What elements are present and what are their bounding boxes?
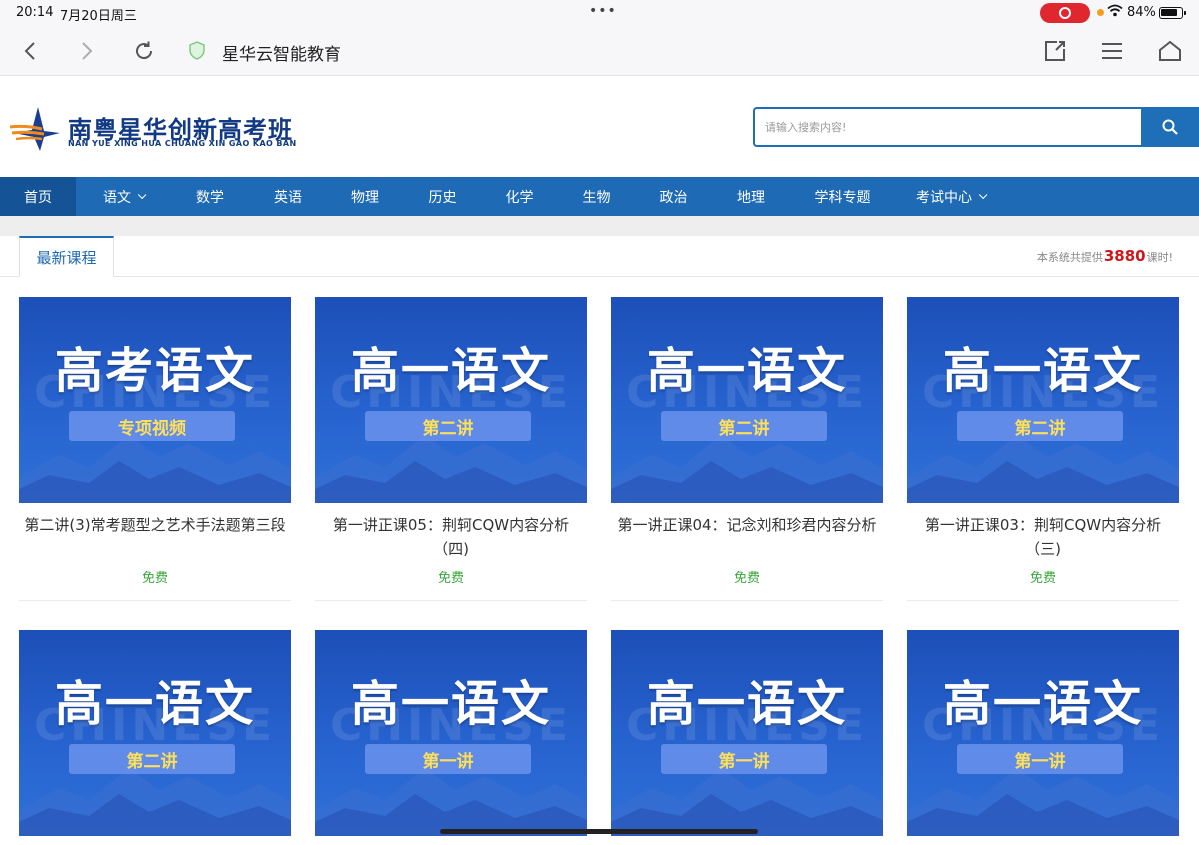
nav-item-english[interactable]: 英语 [250,177,326,216]
course-title[interactable]: 第二讲(3)常考题型之艺术手法题第三段 [19,513,291,561]
thumbnail-badge: 第二讲 [365,411,531,441]
tab-latest-courses[interactable]: 最新课程 [19,236,114,277]
course-thumbnail[interactable]: CHINESE 高一语文 第一讲 [907,630,1179,836]
course-card[interactable]: CHINESE 高一语文 第一讲 [315,630,587,836]
thumbnail-title: 高一语文 [942,676,1143,732]
thumbnail-badge: 第一讲 [365,744,531,774]
course-thumbnail[interactable]: CHINESE 高一语文 第二讲 [907,297,1179,503]
forward-button[interactable] [72,36,102,66]
nav-item-biology[interactable]: 生物 [558,177,635,216]
course-thumbnail[interactable]: CHINESE 高考语文 专项视频 [19,297,291,503]
nav-item-chemistry[interactable]: 化学 [481,177,558,216]
main-nav: 首页 语文 数学 英语 物理 历史 化学 生物 政治 地理 学科专题 考试中心 [0,177,1199,216]
site-header: 南粤星华创新高考班 NAN YUE XING HUA CHUANG XIN GA… [0,77,1199,177]
site-title[interactable]: 星华云智能教育 [222,40,341,65]
thumbnail-badge: 第二讲 [661,411,827,441]
search-box [753,107,1199,147]
card-divider [315,600,587,601]
nav-item-history[interactable]: 历史 [404,177,481,216]
card-divider [19,600,291,601]
multitask-dots-icon[interactable]: ••• [589,3,617,19]
nav-item-math[interactable]: 数学 [170,177,250,216]
course-total: 本系统共提供3880课时! [1036,247,1173,265]
course-price: 免费 [437,571,464,586]
thumbnail-badge: 第二讲 [957,411,1123,441]
course-card[interactable]: CHINESE 高一语文 第二讲 [19,630,291,836]
wifi-icon [1107,4,1123,21]
thumbnail-title: 高一语文 [646,676,847,732]
status-bar: 20:14 7月20日周三 ••• 84% [0,0,1199,26]
site-logo[interactable]: 南粤星华创新高考班 NAN YUE XING HUA CHUANG XIN GA… [8,103,308,153]
thumbnail-title: 高一语文 [350,676,551,732]
back-button[interactable] [15,36,45,66]
thumbnail-title: 高考语文 [54,343,255,399]
course-thumbnail[interactable]: CHINESE 高一语文 第二讲 [315,297,587,503]
course-card[interactable]: CHINESE 高一语文 第二讲 第一讲正课04：记念刘和珍君内容分析 免费 [611,297,883,601]
course-price: 免费 [733,571,760,586]
course-thumbnail[interactable]: CHINESE 高一语文 第一讲 [611,630,883,836]
course-card[interactable]: CHINESE 高一语文 第二讲 第一讲正课05：荆轲CQW内容分析（四) 免费 [315,297,587,601]
battery-percent: 84% [1127,5,1156,20]
nav-item-topics[interactable]: 学科专题 [790,177,895,216]
card-divider [907,600,1179,601]
card-divider [611,600,883,601]
thumbnail-badge: 第一讲 [661,744,827,774]
logo-pinyin: NAN YUE XING HUA CHUANG XIN GAO KAO BAN [68,139,297,148]
search-button[interactable] [1141,107,1199,147]
battery-icon [1159,7,1186,19]
shield-icon [189,41,205,64]
menu-button[interactable] [1097,36,1127,66]
home-indicator[interactable] [440,829,758,834]
course-card[interactable]: CHINESE 高一语文 第一讲 [611,630,883,836]
nav-item-chinese[interactable]: 语文 [76,177,170,216]
course-title[interactable]: 第一讲正课04：记念刘和珍君内容分析 [611,513,883,561]
share-button[interactable] [1040,36,1070,66]
nav-item-exam-center[interactable]: 考试中心 [895,177,1005,216]
course-card[interactable]: CHINESE 高一语文 第一讲 [907,630,1179,836]
reload-icon [136,41,153,60]
menu-icon [1102,43,1122,59]
chevron-down-icon [978,190,988,199]
thumbnail-title: 高一语文 [646,343,847,399]
nav-item-physics[interactable]: 物理 [326,177,404,216]
course-price: 免费 [141,571,168,586]
screen-record-icon[interactable] [1040,3,1090,23]
thumbnail-badge: 专项视频 [69,411,235,441]
browser-toolbar: 星华云智能教育 [0,26,1199,76]
search-icon [1162,119,1178,135]
chevron-down-icon [137,190,147,199]
chevron-left-icon [24,42,35,60]
course-card[interactable]: CHINESE 高考语文 专项视频 第二讲(3)常考题型之艺术手法题第三段 免费 [19,297,291,601]
course-thumbnail[interactable]: CHINESE 高一语文 第二讲 [19,630,291,836]
nav-item-geography[interactable]: 地理 [712,177,790,216]
course-thumbnail[interactable]: CHINESE 高一语文 第二讲 [611,297,883,503]
chevron-right-icon [82,42,93,60]
course-card[interactable]: CHINESE 高一语文 第二讲 第一讲正课03：荆轲CQW内容分析（三) 免费 [907,297,1179,601]
thumbnail-badge: 第一讲 [957,744,1123,774]
divider-band [0,216,1199,236]
star-logo-icon [9,107,60,151]
course-count: 3880 [1103,247,1146,265]
thumbnail-title: 高一语文 [54,676,255,732]
course-title[interactable]: 第一讲正课05：荆轲CQW内容分析（四) [315,513,587,561]
nav-item-home[interactable]: 首页 [0,177,76,216]
course-title[interactable]: 第一讲正课03：荆轲CQW内容分析（三) [907,513,1179,561]
share-icon [1045,41,1065,61]
reload-button[interactable] [129,36,159,66]
section-bar: 最新课程 本系统共提供3880课时! [0,236,1199,277]
thumbnail-badge: 第二讲 [69,744,235,774]
course-price: 免费 [1029,571,1056,586]
home-button[interactable] [1155,36,1185,66]
mic-indicator-icon [1097,9,1104,16]
nav-item-politics[interactable]: 政治 [635,177,712,216]
home-icon [1159,40,1181,61]
status-date: 7月20日周三 [60,9,137,24]
thumbnail-title: 高一语文 [350,343,551,399]
thumbnail-title: 高一语文 [942,343,1143,399]
status-time: 20:14 [16,5,54,20]
course-thumbnail[interactable]: CHINESE 高一语文 第一讲 [315,630,587,836]
search-input[interactable] [753,107,1141,147]
